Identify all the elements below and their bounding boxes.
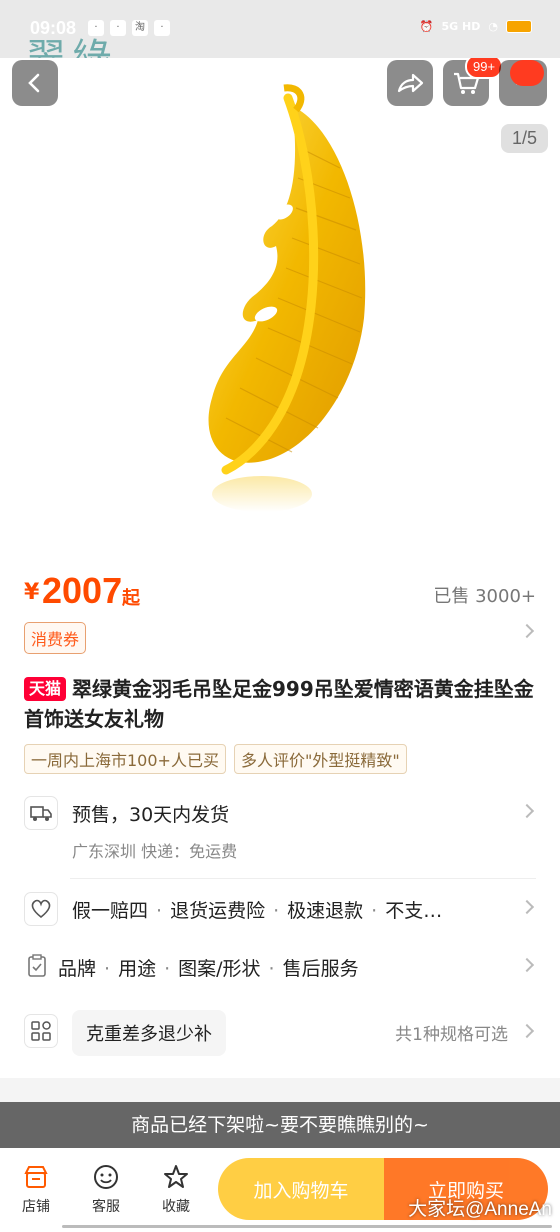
coupon-badge[interactable]: 消费券 <box>24 622 87 654</box>
status-right: ⏰ 5G HD ◔ <box>420 20 532 33</box>
price-value: 2007 <box>42 570 123 611</box>
add-to-cart-button[interactable]: 加入购物车 <box>218 1158 384 1220</box>
store-icon <box>21 1162 51 1192</box>
sold-count: 已售 3000+ <box>433 586 536 607</box>
cart-button[interactable]: 99+ <box>443 58 504 106</box>
guarantee-list: 假一赔四 · 退货运费险 · 极速退款 · 不支… <box>72 900 443 922</box>
purchase-tag: 一周内上海市100+人已买 <box>24 744 226 774</box>
price-suffix: 起 <box>122 588 140 609</box>
params-list: 品牌 · 用途 · 图案/形状 · 售后服务 <box>58 958 359 980</box>
shipping-text: 预售，30天内发货 <box>72 804 230 826</box>
divider <box>70 878 536 879</box>
social-tags: 一周内上海市100+人已买 多人评价"外型挺精致" <box>24 744 407 774</box>
wifi-icon: ◔ <box>488 20 498 33</box>
network-indicator: 5G HD <box>441 20 481 33</box>
chevron-right-icon <box>519 623 535 639</box>
section-gap <box>0 1078 560 1102</box>
shipping-origin: 广东深圳 快递：免运费 <box>72 842 238 861</box>
currency-symbol: ¥ <box>24 580 40 605</box>
param-item: 图案/形状 <box>178 958 261 980</box>
star-icon <box>161 1162 191 1192</box>
param-item: 售后服务 <box>282 958 359 980</box>
battery-icon <box>506 20 532 33</box>
offline-notice[interactable]: 商品已经下架啦~要不要瞧瞧别的~ <box>0 1102 560 1148</box>
share-button[interactable] <box>387 60 433 106</box>
chevron-right-icon <box>519 957 535 973</box>
guarantee-row[interactable]: 假一赔四 · 退货运费险 · 极速退款 · 不支… <box>24 892 536 928</box>
chevron-right-icon <box>519 1023 535 1039</box>
chevron-right-icon <box>519 803 535 819</box>
guarantee-item: 假一赔四 <box>72 900 149 922</box>
taobao-notification-icon: 淘 <box>132 20 148 36</box>
customer-service-button[interactable]: 客服 <box>76 1162 136 1216</box>
product-title: 天猫 翠绿黄金羽毛吊坠足金999吊坠爱情密语黄金挂坠金首饰送女友礼物 <box>24 674 536 734</box>
price-row: ¥ 2007 起 已售 3000+ <box>24 570 536 614</box>
product-gallery[interactable]: 99+ ⋯ 1/5 <box>0 58 560 554</box>
spec-option-button[interactable]: 克重差多退少补 <box>72 1010 226 1056</box>
heart-icon <box>24 892 58 926</box>
store-label: 店铺 <box>22 1199 50 1215</box>
guarantee-item: 退货运费险 <box>170 900 266 922</box>
review-tag[interactable]: 多人评价"外型挺精致" <box>233 744 407 774</box>
shipping-row[interactable]: 预售，30天内发货 广东深圳 快递：免运费 <box>24 796 536 866</box>
chat-face-icon <box>91 1162 121 1192</box>
message-badge <box>510 60 544 86</box>
truck-icon <box>24 796 58 830</box>
favorite-button[interactable]: 收藏 <box>146 1162 206 1216</box>
product-title-text: 翠绿黄金羽毛吊坠足金999吊坠爱情密语黄金挂坠金首饰送女友礼物 <box>24 677 534 731</box>
tmall-badge: 天猫 <box>24 677 67 701</box>
watermark-forum: 大家坛@AnneAn <box>408 1199 552 1220</box>
home-indicator[interactable] <box>62 1225 552 1228</box>
grid-icon <box>24 1014 58 1048</box>
params-row[interactable]: 品牌 · 用途 · 图案/形状 · 售后服务 <box>24 952 536 984</box>
image-counter: 1/5 <box>500 124 548 153</box>
alarm-icon: ⏰ <box>419 20 434 33</box>
clipboard-icon <box>24 952 50 980</box>
guarantee-item: 极速退款 <box>287 900 364 922</box>
wechat-notification-icon: · <box>154 20 170 36</box>
spec-row[interactable]: 克重差多退少补 共1种规格可选 <box>24 1010 536 1056</box>
param-item: 用途 <box>118 958 157 980</box>
service-label: 客服 <box>92 1199 120 1215</box>
param-item: 品牌 <box>58 958 97 980</box>
back-button[interactable] <box>12 60 58 106</box>
spec-summary: 共1种规格可选 <box>395 1025 508 1045</box>
product-image <box>208 84 366 512</box>
guarantee-item: 不支… <box>385 900 443 922</box>
favorite-label: 收藏 <box>162 1199 190 1215</box>
store-button[interactable]: 店铺 <box>6 1162 66 1216</box>
coupon-row[interactable]: 消费券 <box>24 622 536 654</box>
back-arrow-icon <box>28 73 40 93</box>
cart-count-badge: 99+ <box>465 58 504 79</box>
share-icon <box>397 73 424 93</box>
chevron-right-icon <box>519 899 535 915</box>
